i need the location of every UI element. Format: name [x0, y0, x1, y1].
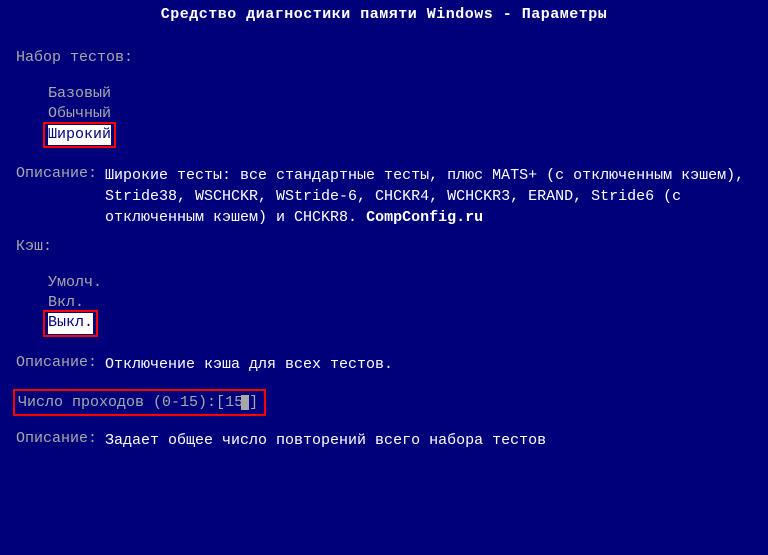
bracket-close: ] [249, 394, 258, 411]
cache-option-off[interactable]: Выкл. [48, 313, 93, 333]
highlight-box-passes: Число проходов (0-15): [ 15 ] [13, 389, 266, 416]
cache-desc-text: Отключение кэша для всех тестов. [105, 354, 393, 375]
window-title: Средство диагностики памяти Windows - Па… [0, 0, 768, 29]
bracket-open: [ [216, 394, 225, 411]
test-desc-text: Широкие тесты: все стандартные тесты, пл… [105, 165, 752, 228]
site-reference: CompConfig.ru [366, 209, 483, 226]
content-area: Набор тестов: Базовый Обычный Широкий Оп… [0, 29, 768, 451]
pass-description-block: Описание: Задает общее число повторений … [16, 430, 752, 451]
pass-count-label: Число проходов (0-15): [18, 394, 216, 411]
pass-desc-label: Описание: [16, 430, 97, 451]
highlight-box-test: Широкий [43, 122, 116, 148]
test-description-block: Описание: Широкие тесты: все стандартные… [16, 165, 752, 228]
pass-count-row: Число проходов (0-15): [ 15 ] [0, 389, 752, 416]
test-desc-label: Описание: [16, 165, 97, 228]
test-option-basic[interactable]: Базовый [48, 84, 111, 104]
cache-description-block: Описание: Отключение кэша для всех тесто… [16, 354, 752, 375]
cache-options: Умолч. Вкл. Выкл. [16, 273, 752, 334]
text-cursor [241, 395, 249, 410]
test-option-extended[interactable]: Широкий [48, 125, 111, 145]
cache-desc-label: Описание: [16, 354, 97, 375]
cache-label: Кэш: [16, 238, 752, 255]
cache-option-default[interactable]: Умолч. [48, 273, 102, 293]
test-set-options: Базовый Обычный Широкий [16, 84, 752, 145]
test-set-label: Набор тестов: [16, 49, 752, 66]
highlight-box-cache: Выкл. [43, 310, 98, 336]
pass-desc-text: Задает общее число повторений всего набо… [105, 430, 546, 451]
